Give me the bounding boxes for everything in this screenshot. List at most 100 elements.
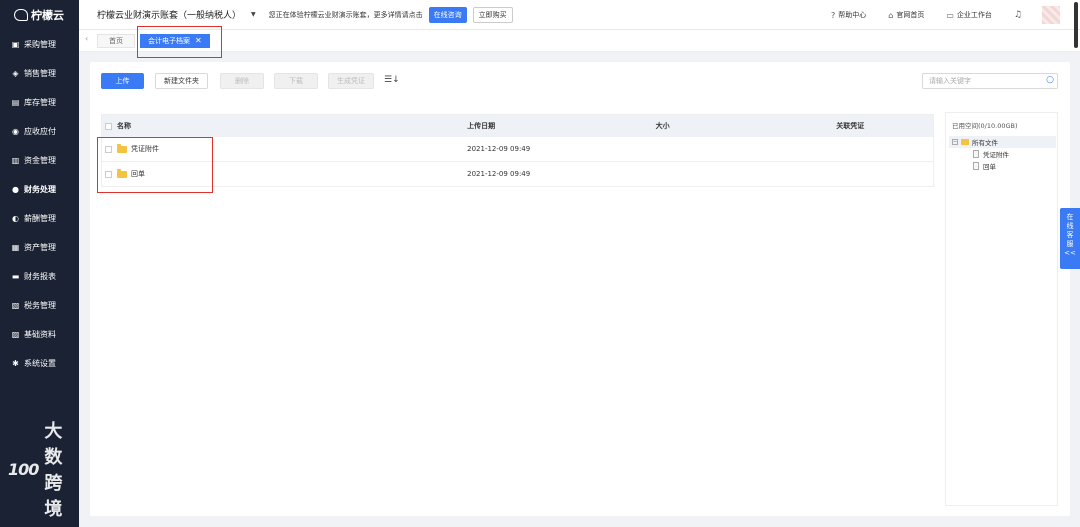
search-icon[interactable]: ○ <box>1046 75 1054 85</box>
row-date: 2021-12-09 09:49 <box>467 145 531 153</box>
chevron-left-icon[interactable]: ‹ <box>85 34 88 43</box>
row-checkbox[interactable] <box>105 170 112 178</box>
upload-button[interactable]: 上传 <box>101 73 144 89</box>
header-voucher[interactable]: 关联凭证 <box>833 121 933 131</box>
sidebar-item-sales[interactable]: ◈ 销售管理 <box>0 59 79 88</box>
row-name[interactable]: 回单 <box>131 169 145 179</box>
table-header: 名称 上传日期 大小 关联凭证 <box>102 115 933 137</box>
sidebar: 柠檬云 ▣ 采购管理 ◈ 销售管理 ▤ 库存管理 ◉ 应收应付 ▥ 资金管理 ●… <box>0 0 79 527</box>
top-header: 柠檬云业财演示账套（一般纳税人） ▼ 您正在体验柠檬云业财演示账套，更多详情请点… <box>79 0 1080 30</box>
close-icon[interactable]: ✕ <box>195 34 202 48</box>
tab-label: 会计电子档案 <box>148 37 190 45</box>
tree-item[interactable]: 凭证附件 <box>973 148 1057 160</box>
workbench-label: 企业工作台 <box>956 11 992 19</box>
sidebar-item-finance[interactable]: ● 财务处理 <box>0 175 79 204</box>
tree-item[interactable]: 回单 <box>973 160 1057 172</box>
tree-root-label: 所有文件 <box>972 139 998 147</box>
help-center-label: 帮助中心 <box>838 11 867 19</box>
app-logo[interactable]: 柠檬云 <box>0 0 79 30</box>
watermark: 100 大数跨境 <box>8 417 79 521</box>
buy-now-button[interactable]: 立即购买 <box>472 6 513 23</box>
online-consult-button[interactable]: 在线咨询 <box>428 6 467 23</box>
app-logo-text: 柠檬云 <box>31 9 64 22</box>
tab-home[interactable]: 首页 <box>97 34 135 48</box>
bell-icon[interactable]: ♫ <box>1014 10 1022 20</box>
watermark-text: 大数跨境 <box>44 421 64 520</box>
used-space: 已用空间(0/10.00GB) <box>952 122 1018 130</box>
sort-icon[interactable]: ☰↓ <box>384 75 400 85</box>
download-button[interactable]: 下载 <box>274 73 318 89</box>
sidebar-item-funds[interactable]: ▥ 资金管理 <box>0 146 79 175</box>
wallet-icon: ▥ <box>11 156 20 165</box>
company-selector[interactable]: 柠檬云业财演示账套（一般纳税人） <box>97 8 241 21</box>
official-site-link[interactable]: ⌂ 官网首页 <box>888 10 924 20</box>
search-box: ○ <box>922 73 1058 89</box>
file-table: 名称 上传日期 大小 关联凭证 凭证附件 2021-12-09 09:49 回单… <box>101 114 934 187</box>
header-size[interactable]: 大小 <box>653 121 834 131</box>
question-icon: ? <box>831 10 836 20</box>
tree-item-label: 回单 <box>983 163 996 171</box>
database-icon: ▨ <box>11 330 20 339</box>
online-service-tab[interactable]: 在 线 客 服 << <box>1060 208 1080 269</box>
sidebar-item-salary[interactable]: ◐ 薪酬管理 <box>0 204 79 233</box>
sidebar-item-inventory[interactable]: ▤ 库存管理 <box>0 88 79 117</box>
help-center-link[interactable]: ? 帮助中心 <box>831 10 866 20</box>
sidebar-item-label: 资产管理 <box>24 243 56 252</box>
generate-voucher-button[interactable]: 生成凭证 <box>328 73 374 89</box>
header-date[interactable]: 上传日期 <box>462 121 653 131</box>
sidebar-item-purchase[interactable]: ▣ 采购管理 <box>0 30 79 59</box>
sidebar-item-reports[interactable]: ▬ 财务报表 <box>0 262 79 291</box>
folder-icon <box>117 143 127 153</box>
header-name-label: 名称 <box>117 122 131 130</box>
monitor-icon: ▭ <box>946 10 954 20</box>
sidebar-item-basic-data[interactable]: ▨ 基础资料 <box>0 320 79 349</box>
service-char: 线 <box>1066 222 1074 230</box>
select-all-checkbox[interactable] <box>105 122 112 130</box>
row-name-cell: 凭证附件 <box>102 143 462 154</box>
double-chevron-left-icon: << <box>1064 249 1076 257</box>
scrollbar[interactable] <box>1074 2 1078 48</box>
sidebar-item-receivables[interactable]: ◉ 应收应付 <box>0 117 79 146</box>
tree-root[interactable]: − 所有文件 <box>949 136 1056 148</box>
header-right: ? 帮助中心 ⌂ 官网首页 ▭ 企业工作台 ♫ <box>831 0 1080 30</box>
sidebar-item-label: 系统设置 <box>24 359 56 368</box>
sidebar-item-assets[interactable]: ▦ 资产管理 <box>0 233 79 262</box>
sidebar-item-label: 资金管理 <box>24 156 56 165</box>
folder-icon <box>961 139 969 145</box>
new-folder-button[interactable]: 新建文件夹 <box>155 73 208 89</box>
warehouse-icon: ▤ <box>11 98 20 107</box>
service-char: 客 <box>1066 231 1074 239</box>
workbench-link[interactable]: ▭ 企业工作台 <box>946 10 992 20</box>
sidebar-item-label: 财务处理 <box>24 185 56 194</box>
folder-tree: 已用空间(0/10.00GB) − 所有文件 凭证附件 回单 <box>945 112 1058 506</box>
sidebar-item-label: 税务管理 <box>24 301 56 310</box>
asset-icon: ▦ <box>11 243 20 252</box>
watermark-logo: 100 <box>8 459 39 479</box>
delete-button[interactable]: 删除 <box>220 73 264 89</box>
lemon-logo-icon <box>14 9 28 21</box>
file-icon <box>973 150 979 158</box>
row-name-cell: 回单 <box>102 168 462 179</box>
sidebar-item-settings[interactable]: ✱ 系统设置 <box>0 349 79 378</box>
avatar[interactable] <box>1042 6 1060 24</box>
sidebar-item-label: 财务报表 <box>24 272 56 281</box>
chevron-down-icon[interactable]: ▼ <box>251 11 256 18</box>
tab-accounting-archive[interactable]: 会计电子档案 ✕ <box>140 34 210 48</box>
content-card: 上传 新建文件夹 删除 下载 生成凭证 ☰↓ ○ 名称 上传日期 大小 关联凭证… <box>90 62 1070 516</box>
header-name: 名称 <box>102 121 462 131</box>
gear-icon: ✱ <box>12 359 19 368</box>
row-date: 2021-12-09 09:49 <box>467 170 531 178</box>
tab-bar: ‹ 首页 会计电子档案 ✕ <box>79 30 1080 52</box>
service-char: 服 <box>1066 240 1074 248</box>
search-input[interactable] <box>923 74 1038 88</box>
file-icon <box>973 162 979 170</box>
finance-icon: ● <box>12 185 19 194</box>
row-checkbox[interactable] <box>105 145 112 153</box>
row-name[interactable]: 凭证附件 <box>131 144 159 154</box>
collapse-icon[interactable]: − <box>952 139 958 145</box>
sidebar-item-label: 库存管理 <box>24 98 56 107</box>
table-row[interactable]: 凭证附件 2021-12-09 09:49 <box>102 137 933 162</box>
tag-icon: ◈ <box>12 69 19 78</box>
table-row[interactable]: 回单 2021-12-09 09:49 <box>102 162 933 187</box>
sidebar-item-tax[interactable]: ▧ 税务管理 <box>0 291 79 320</box>
